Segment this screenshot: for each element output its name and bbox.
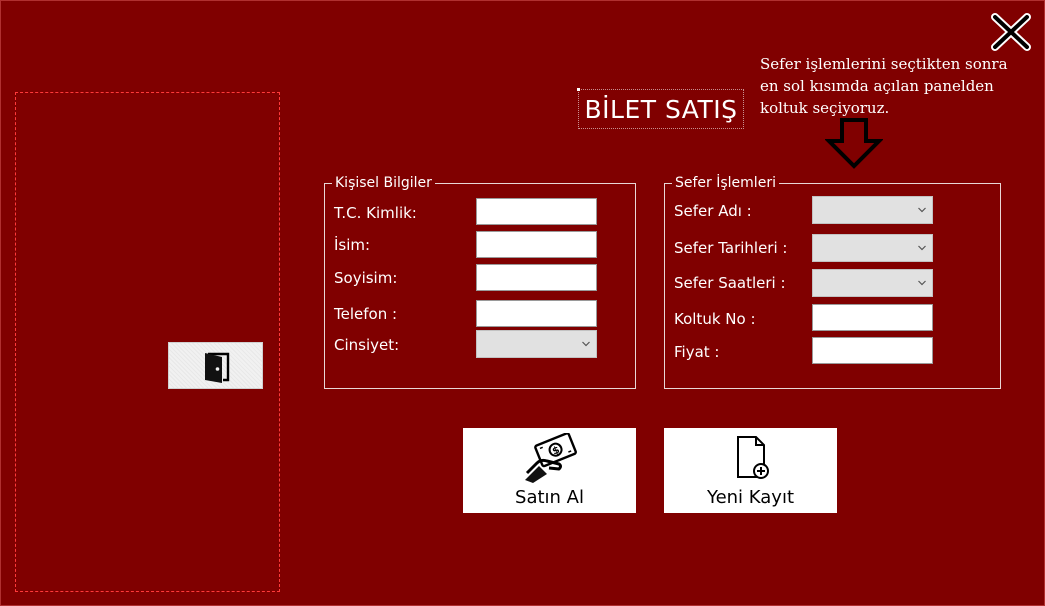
close-button[interactable] (991, 13, 1031, 51)
yeni-kayit-button[interactable]: Yeni Kayıt (664, 428, 837, 513)
koltuk-no-label: Koltuk No : (674, 310, 756, 328)
close-icon (991, 13, 1031, 51)
isim-label: İsim: (334, 236, 371, 254)
telefon-label: Telefon : (334, 305, 398, 323)
door-exit-icon (205, 352, 230, 383)
soyisim-label: Soyisim: (334, 269, 398, 287)
exit-button[interactable] (168, 342, 263, 389)
title-box: BİLET SATIŞ (577, 88, 744, 129)
cinsiyet-select[interactable] (476, 330, 597, 358)
arrow-down-icon (825, 118, 883, 169)
sefer-tarihleri-label: Sefer Tarihleri : (674, 239, 788, 257)
sefer-tarihleri-select[interactable] (812, 234, 933, 262)
telefon-input[interactable] (476, 300, 597, 327)
chevron-down-icon (918, 245, 926, 251)
sefer-adi-label: Sefer Adı : (674, 202, 752, 220)
bilet-satis-window: Sefer işlemlerini seçtikten sonra en sol… (0, 0, 1045, 606)
personal-info-legend: Kişisel Bilgiler (335, 175, 432, 191)
isim-input[interactable] (476, 231, 597, 258)
tc-kimlik-label: T.C. Kimlik: (334, 204, 417, 222)
satin-al-label: Satın Al (515, 487, 584, 508)
yeni-kayit-label: Yeni Kayıt (706, 487, 795, 508)
sefer-saatleri-select[interactable] (812, 269, 933, 297)
sefer-islemleri-legend: Sefer İşlemleri (675, 175, 776, 191)
chevron-down-icon (918, 207, 926, 213)
page-title: BİLET SATIŞ (584, 95, 738, 124)
instruction-note: Sefer işlemlerini seçtikten sonra en sol… (760, 55, 1008, 117)
tc-kimlik-input[interactable] (476, 198, 597, 225)
money-hand-icon: $ (525, 433, 577, 483)
sefer-adi-select[interactable] (812, 196, 933, 224)
satin-al-button[interactable]: $ Satın Al (463, 428, 636, 513)
file-add-icon (737, 436, 769, 479)
fiyat-input[interactable] (812, 337, 933, 364)
koltuk-no-input[interactable] (812, 304, 933, 331)
chevron-down-icon (582, 341, 590, 347)
fiyat-label: Fiyat : (674, 343, 720, 361)
soyisim-input[interactable] (476, 264, 597, 291)
cinsiyet-label: Cinsiyet: (334, 336, 400, 354)
sefer-saatleri-label: Sefer Saatleri : (674, 274, 786, 292)
chevron-down-icon (918, 280, 926, 286)
